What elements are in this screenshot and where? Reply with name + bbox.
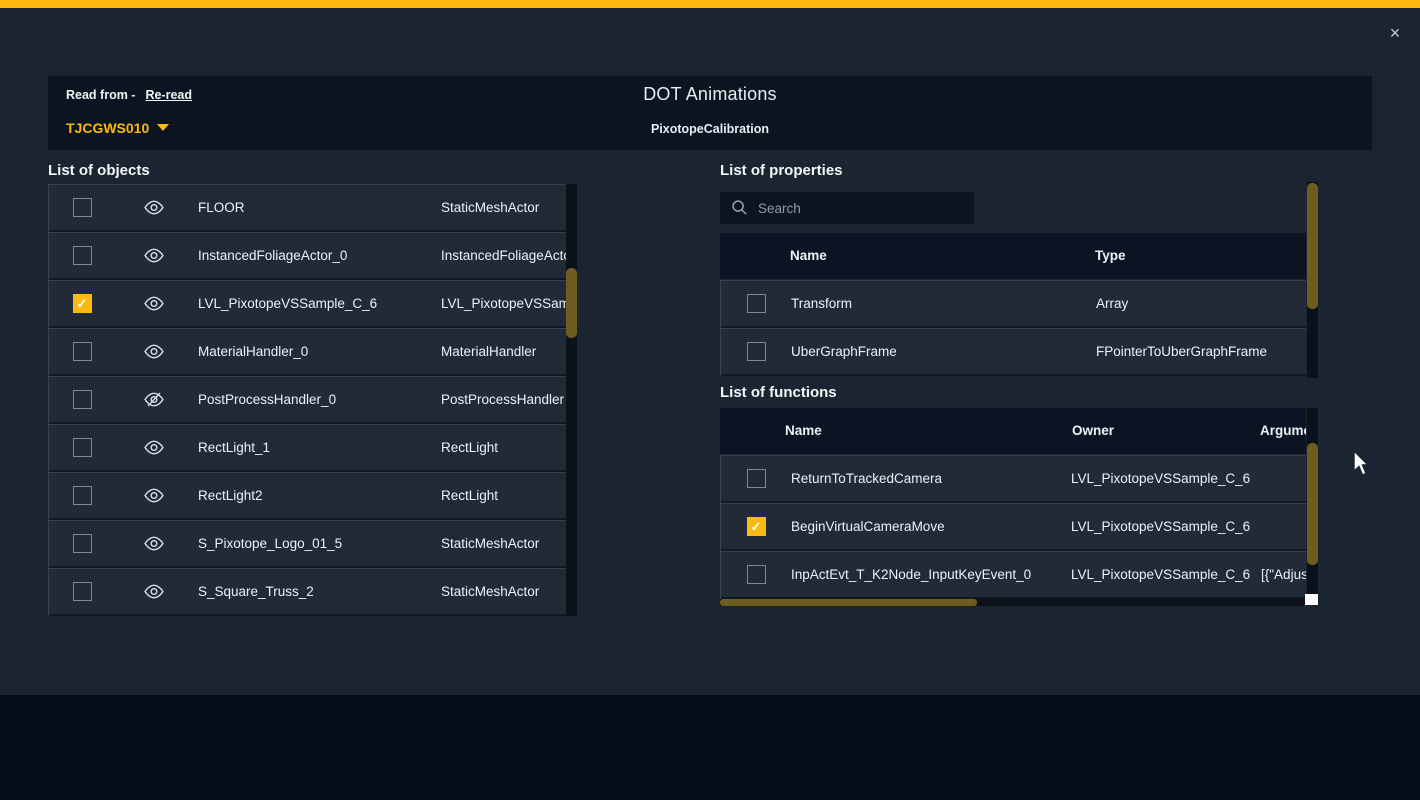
function-row[interactable]: BeginVirtualCameraMove LVL_PixotopeVSSam… (721, 503, 1306, 549)
function-owner: LVL_PixotopeVSSample_C_6 (1071, 552, 1250, 597)
function-name: InpActEvt_T_K2Node_InputKeyEvent_0 (791, 552, 1031, 597)
function-row[interactable]: InpActEvt_T_K2Node_InputKeyEvent_0 LVL_P… (721, 551, 1306, 597)
object-row[interactable]: LVL_PixotopeVSSample_C_6 LVL_PixotopeVSS… (49, 280, 568, 326)
top-accent-bar (0, 0, 1420, 8)
object-name: RectLight2 (198, 473, 263, 518)
eye-visible-icon[interactable] (143, 535, 165, 552)
function-owner: LVL_PixotopeVSSample_C_6 (1071, 504, 1250, 549)
eye-visible-icon[interactable] (143, 583, 165, 600)
dialog-subtitle: PixotopeCalibration (48, 122, 1372, 136)
object-row[interactable]: RectLight_1 RectLight (49, 424, 568, 470)
mouse-cursor (1352, 450, 1372, 478)
properties-header: Name Type (720, 233, 1306, 279)
row-checkbox[interactable] (73, 390, 92, 409)
properties-table: Transform Array UberGraphFrame FPointerT… (720, 280, 1306, 376)
row-checkbox[interactable] (747, 342, 766, 361)
object-row[interactable]: S_Square_Truss_2 StaticMeshActor (49, 568, 568, 614)
object-row[interactable]: PostProcessHandler_0 PostProcessHandler (49, 376, 568, 422)
functions-col-owner: Owner (1072, 408, 1114, 454)
function-owner: LVL_PixotopeVSSample_C_6 (1071, 456, 1250, 501)
object-type: StaticMeshActor (441, 185, 539, 230)
eye-visible-icon[interactable] (143, 295, 165, 312)
eye-visible-icon[interactable] (143, 487, 165, 504)
object-type: RectLight (441, 473, 498, 518)
functions-scrollbar-thumb[interactable] (1307, 443, 1318, 565)
object-type: MaterialHandler (441, 329, 536, 374)
row-checkbox[interactable] (747, 469, 766, 488)
objects-scrollbar-thumb[interactable] (566, 268, 577, 338)
row-checkbox[interactable] (747, 565, 766, 584)
row-checkbox[interactable] (73, 342, 92, 361)
row-checkbox[interactable] (73, 294, 92, 313)
property-type: FPointerToUberGraphFrame (1096, 329, 1267, 374)
object-type: StaticMeshActor (441, 569, 539, 614)
functions-scrollbar-track[interactable] (1307, 408, 1318, 600)
row-checkbox[interactable] (73, 582, 92, 601)
objects-table: FLOOR StaticMeshActor InstancedFoliageAc… (48, 184, 568, 616)
functions-hscrollbar-track[interactable] (720, 599, 1305, 606)
objects-scrollbar-track[interactable] (566, 184, 577, 616)
object-row[interactable]: InstancedFoliageActor_0 InstancedFoliage… (49, 232, 568, 278)
row-checkbox[interactable] (747, 294, 766, 313)
functions-hscrollbar-thumb[interactable] (720, 599, 977, 606)
objects-list-title: List of objects (48, 162, 150, 179)
search-input[interactable] (758, 192, 968, 224)
eye-visible-icon[interactable] (143, 247, 165, 264)
eye-hidden-icon[interactable] (143, 391, 165, 408)
property-name: UberGraphFrame (791, 329, 897, 374)
search-icon (731, 199, 748, 216)
row-checkbox[interactable] (747, 517, 766, 536)
object-name: LVL_PixotopeVSSample_C_6 (198, 281, 377, 326)
row-checkbox[interactable] (73, 534, 92, 553)
object-name: PostProcessHandler_0 (198, 377, 336, 422)
object-type: RectLight (441, 425, 498, 470)
function-name: BeginVirtualCameraMove (791, 504, 945, 549)
properties-search (720, 192, 974, 224)
object-row[interactable]: FLOOR StaticMeshActor (49, 184, 568, 230)
function-row[interactable]: ReturnToTrackedCamera LVL_PixotopeVSSamp… (721, 455, 1306, 501)
properties-col-type: Type (1095, 233, 1126, 279)
object-row[interactable]: MaterialHandler_0 MaterialHandler (49, 328, 568, 374)
object-name: InstancedFoliageActor_0 (198, 233, 347, 278)
row-checkbox[interactable] (73, 198, 92, 217)
dialog-title: DOT Animations (48, 84, 1372, 105)
function-arguments: [{"Adjust (1261, 552, 1306, 597)
row-checkbox[interactable] (73, 486, 92, 505)
functions-table: ReturnToTrackedCamera LVL_PixotopeVSSamp… (720, 455, 1306, 599)
properties-scrollbar-track[interactable] (1307, 182, 1318, 378)
dialog-header: Read from -Re-read TJCGWS010 DOT Animati… (48, 76, 1372, 150)
row-checkbox[interactable] (73, 246, 92, 265)
function-name: ReturnToTrackedCamera (791, 456, 942, 501)
property-type: Array (1096, 281, 1128, 326)
functions-header: Name Owner Arguments (720, 408, 1306, 454)
eye-visible-icon[interactable] (143, 439, 165, 456)
object-type: PostProcessHandler (441, 377, 564, 422)
object-name: FLOOR (198, 185, 245, 230)
object-name: MaterialHandler_0 (198, 329, 308, 374)
eye-visible-icon[interactable] (143, 343, 165, 360)
functions-col-name: Name (785, 408, 822, 454)
functions-col-arguments: Arguments (1260, 408, 1306, 454)
dialog-footer: Cancel Select (0, 695, 1420, 800)
functions-list-title: List of functions (720, 384, 837, 401)
object-row[interactable]: RectLight2 RectLight (49, 472, 568, 518)
object-name: RectLight_1 (198, 425, 270, 470)
object-type: StaticMeshActor (441, 521, 539, 566)
properties-scrollbar-thumb[interactable] (1307, 183, 1318, 309)
row-checkbox[interactable] (73, 438, 92, 457)
eye-visible-icon[interactable] (143, 199, 165, 216)
object-name: S_Square_Truss_2 (198, 569, 314, 614)
scrollbar-corner (1305, 594, 1318, 605)
object-type: InstancedFoliageActor (441, 233, 568, 278)
object-type: LVL_PixotopeVSSample_C (441, 281, 568, 326)
properties-col-name: Name (790, 233, 827, 279)
property-name: Transform (791, 281, 852, 326)
object-row[interactable]: S_Pixotope_Logo_01_5 StaticMeshActor (49, 520, 568, 566)
object-name: S_Pixotope_Logo_01_5 (198, 521, 342, 566)
property-row[interactable]: Transform Array (721, 280, 1306, 326)
close-icon[interactable]: × (1384, 22, 1406, 44)
property-row[interactable]: UberGraphFrame FPointerToUberGraphFrame (721, 328, 1306, 374)
properties-list-title: List of properties (720, 162, 843, 179)
